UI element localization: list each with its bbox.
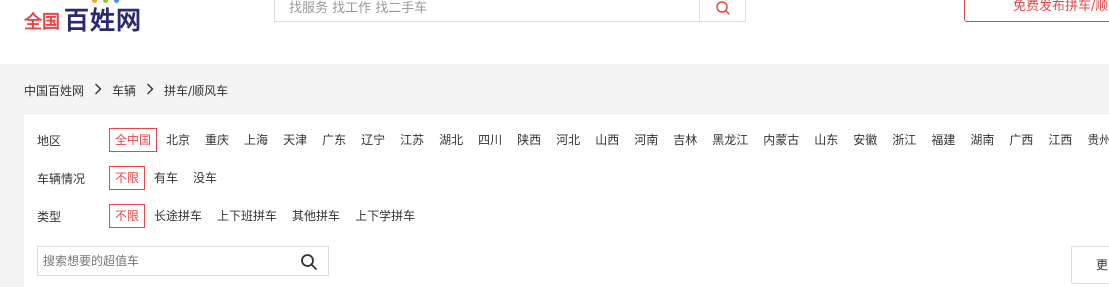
search-icon[interactable] — [300, 253, 318, 271]
breadcrumb-item-vehicles[interactable]: 车辆 — [112, 82, 136, 99]
region-option[interactable]: 天津 — [277, 128, 313, 152]
header-search-input[interactable] — [275, 0, 699, 21]
region-option[interactable]: 上海 — [238, 128, 274, 152]
region-option[interactable]: 浙江 — [886, 128, 922, 152]
region-option[interactable]: 山西 — [589, 128, 625, 152]
listing-search-box — [37, 246, 329, 276]
search-icon — [715, 1, 730, 15]
breadcrumb: 中国百姓网 车辆 拼车/顺风车 — [24, 82, 228, 98]
vehicle-option[interactable]: 没车 — [187, 166, 223, 190]
breadcrumb-item-carpool[interactable]: 拼车/顺风车 — [164, 82, 228, 99]
filter-panel: 地区 全中国 北京 重庆 上海 天津 广东 辽宁 江苏 湖北 四川 陕西 河北 山西 河南 吉林 黑龙江 内蒙古… — [24, 115, 1109, 287]
publish-button[interactable]: 免费发布拼车/顺风车 — [964, 0, 1109, 22]
region-option[interactable]: 重庆 — [199, 128, 235, 152]
vehicle-options: 不限 有车 没车 — [109, 166, 226, 190]
region-option[interactable]: 广西 — [1003, 128, 1039, 152]
site-header: 全国 百姓网 免费发布拼车/顺风车 — [0, 0, 1109, 64]
header-search-box — [274, 0, 746, 22]
type-option[interactable]: 上下班拼车 — [211, 204, 283, 228]
region-option[interactable]: 河北 — [550, 128, 586, 152]
type-filter-row: 类型 不限 长途拼车 上下班拼车 其他拼车 上下学拼车 — [37, 204, 424, 228]
listing-search-input[interactable] — [38, 247, 292, 275]
type-option[interactable]: 其他拼车 — [286, 204, 346, 228]
region-option[interactable]: 河南 — [628, 128, 664, 152]
type-option[interactable]: 上下学拼车 — [349, 204, 421, 228]
region-filter-label: 地区 — [37, 133, 62, 148]
region-option[interactable]: 辽宁 — [355, 128, 391, 152]
region-option[interactable]: 山东 — [808, 128, 844, 152]
region-option[interactable]: 贵州 — [1081, 128, 1109, 152]
region-option[interactable]: 北京 — [160, 128, 196, 152]
chevron-right-icon — [146, 83, 154, 98]
region-option[interactable]: 安徽 — [847, 128, 883, 152]
logo-brand-text: 百姓网 — [64, 6, 143, 35]
vehicle-filter-row: 车辆情况 不限 有车 没车 — [37, 166, 226, 190]
chevron-right-icon — [94, 83, 102, 98]
region-option[interactable]: 广东 — [316, 128, 352, 152]
more-button[interactable]: 更多 — [1071, 246, 1109, 284]
region-options: 全中国 北京 重庆 上海 天津 广东 辽宁 江苏 湖北 四川 陕西 河北 山西 河南 吉林 黑龙江 内蒙古 山东安… — [109, 128, 1109, 152]
region-option[interactable]: 内蒙古 — [757, 128, 805, 152]
type-options: 不限 长途拼车 上下班拼车 其他拼车 上下学拼车 — [109, 204, 424, 228]
region-option[interactable]: 四川 — [472, 128, 508, 152]
type-option[interactable]: 长途拼车 — [148, 204, 208, 228]
vehicle-option[interactable]: 有车 — [148, 166, 184, 190]
region-option[interactable]: 全中国 — [109, 128, 158, 152]
region-option[interactable]: 江苏 — [394, 128, 430, 152]
vehicle-option[interactable]: 不限 — [109, 166, 146, 190]
site-logo[interactable]: 全国 百姓网 — [24, 0, 142, 40]
logo-region-text: 全国 — [24, 12, 60, 33]
region-filter-row: 地区 全中国 北京 重庆 上海 天津 广东 辽宁 江苏 湖北 四川 陕西 河北 山西 河南 吉林 黑龙江 内蒙古… — [37, 128, 1109, 152]
logo-dots — [90, 0, 130, 4]
region-option[interactable]: 黑龙江 — [706, 128, 754, 152]
type-option[interactable]: 不限 — [109, 204, 146, 228]
type-filter-label: 类型 — [37, 209, 62, 224]
vehicle-filter-label: 车辆情况 — [37, 171, 86, 186]
region-option[interactable]: 湖北 — [433, 128, 469, 152]
breadcrumb-item-home[interactable]: 中国百姓网 — [24, 82, 84, 99]
region-option[interactable]: 湖南 — [964, 128, 1000, 152]
region-option[interactable]: 陕西 — [511, 128, 547, 152]
header-search-button[interactable] — [699, 0, 745, 21]
region-option[interactable]: 吉林 — [667, 128, 703, 152]
region-option[interactable]: 福建 — [925, 128, 961, 152]
region-option[interactable]: 江西 — [1042, 128, 1078, 152]
